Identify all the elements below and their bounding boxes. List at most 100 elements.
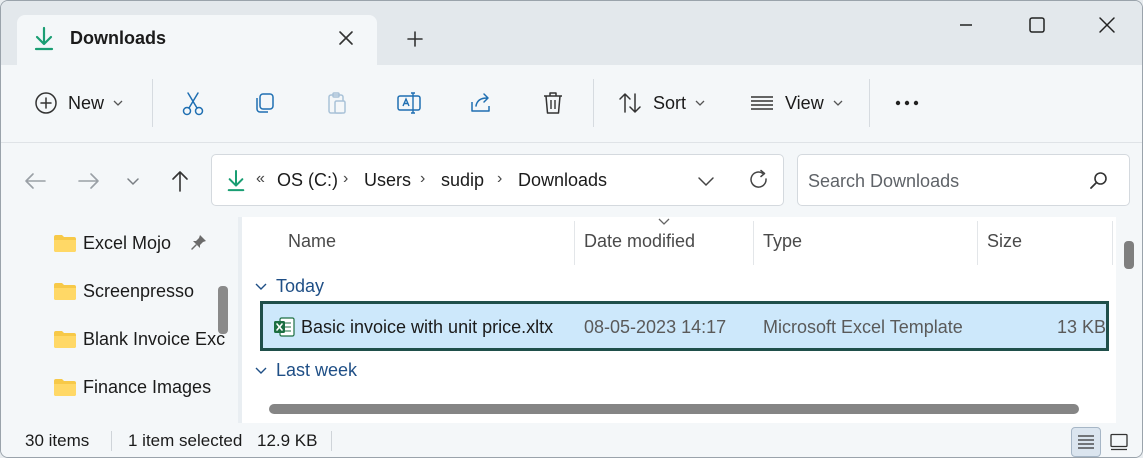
copy-button[interactable] bbox=[251, 85, 279, 121]
recent-locations-chevron-icon[interactable] bbox=[119, 167, 147, 195]
chevron-down-icon bbox=[695, 100, 705, 106]
copy-icon bbox=[256, 93, 274, 113]
chevron-down-icon[interactable] bbox=[695, 170, 717, 192]
status-divider bbox=[331, 431, 332, 451]
breadcrumb-separator: › bbox=[343, 170, 349, 187]
chevron-down-icon bbox=[255, 283, 267, 290]
item-count: 30 items bbox=[25, 431, 90, 450]
download-icon bbox=[34, 26, 54, 51]
column-divider[interactable] bbox=[753, 221, 754, 265]
chevron-down-icon bbox=[255, 367, 267, 374]
chevron-down-icon bbox=[113, 100, 123, 106]
column-header-size[interactable]: Size bbox=[987, 231, 1022, 252]
sort-icon bbox=[619, 93, 641, 113]
column-divider[interactable] bbox=[574, 221, 575, 265]
nav-pane-scrollbar[interactable] bbox=[218, 286, 228, 334]
selection-size: 12.9 KB bbox=[257, 431, 318, 450]
group-header-last-week[interactable]: Last week bbox=[254, 360, 357, 381]
group-label: Last week bbox=[276, 360, 358, 380]
toolbar-divider bbox=[869, 79, 870, 127]
folder-icon bbox=[54, 330, 76, 348]
breadcrumb-os-c[interactable]: OS (C:) bbox=[277, 170, 338, 191]
folder-icon bbox=[54, 234, 76, 252]
new-button[interactable]: New bbox=[34, 85, 124, 121]
pin-icon[interactable] bbox=[190, 233, 208, 251]
share-icon bbox=[471, 93, 490, 112]
folder-icon bbox=[54, 378, 76, 396]
add-circle-icon bbox=[35, 92, 57, 114]
up-arrow-icon[interactable] bbox=[166, 167, 194, 195]
cut-icon bbox=[182, 92, 204, 116]
nav-item-label: Screenpresso bbox=[83, 280, 195, 301]
folder-icon bbox=[54, 282, 76, 300]
file-size: 13 KB bbox=[1057, 317, 1107, 337]
title-bar: Downloads bbox=[1, 1, 1142, 65]
command-bar: New Sort View bbox=[1, 65, 1142, 143]
nav-item-label: Finance Images bbox=[83, 376, 212, 397]
selection-count: 1 item selected bbox=[128, 431, 243, 450]
share-button[interactable] bbox=[467, 85, 495, 121]
file-row[interactable]: Basic invoice with unit price.xltx 08-05… bbox=[260, 301, 1109, 351]
tab-title: Downloads bbox=[70, 28, 167, 48]
preview-view-button[interactable] bbox=[1104, 427, 1134, 457]
search-input[interactable] bbox=[808, 168, 1078, 194]
back-arrow-icon[interactable] bbox=[21, 167, 49, 195]
toolbar-divider bbox=[593, 79, 594, 127]
minimize-icon[interactable] bbox=[943, 11, 989, 39]
chevron-down-icon bbox=[833, 100, 843, 106]
column-divider[interactable] bbox=[977, 221, 978, 265]
column-header-type[interactable]: Type bbox=[763, 231, 802, 252]
cut-button[interactable] bbox=[179, 85, 207, 121]
maximize-icon[interactable] bbox=[1013, 11, 1059, 39]
file-list: Name Date modified Type Size Today Basic… bbox=[242, 217, 1116, 423]
sort-label: Sort bbox=[653, 92, 687, 113]
more-options-button[interactable] bbox=[893, 85, 921, 121]
vertical-scrollbar-thumb[interactable] bbox=[1124, 241, 1134, 269]
horizontal-scrollbar[interactable] bbox=[269, 404, 1079, 414]
group-label: Today bbox=[276, 276, 325, 296]
file-date-modified: 08-05-2023 14:17 bbox=[584, 317, 727, 337]
nav-item-finance-images[interactable]: Finance Images bbox=[53, 373, 211, 401]
paste-button[interactable] bbox=[323, 85, 351, 121]
tab-downloads[interactable]: Downloads bbox=[17, 15, 377, 65]
breadcrumb-sudip[interactable]: sudip bbox=[441, 170, 484, 191]
file-explorer-window: Downloads New Sort View « OS (C:) › User… bbox=[0, 0, 1143, 458]
nav-item-label: Blank Invoice Exc bbox=[83, 328, 226, 349]
toolbar-divider bbox=[152, 79, 153, 127]
rename-icon bbox=[397, 92, 421, 114]
column-divider[interactable] bbox=[1112, 221, 1113, 265]
more-icon bbox=[895, 100, 919, 106]
close-window-icon[interactable] bbox=[1084, 11, 1130, 39]
status-divider bbox=[111, 431, 112, 451]
address-bar[interactable]: « OS (C:) › Users › sudip › Downloads bbox=[211, 154, 784, 206]
delete-icon bbox=[544, 92, 562, 114]
nav-item-label: Excel Mojo bbox=[83, 232, 172, 253]
rename-button[interactable] bbox=[395, 85, 423, 121]
download-icon bbox=[227, 170, 245, 192]
breadcrumb-overflow[interactable]: « bbox=[256, 170, 265, 188]
file-type: Microsoft Excel Template bbox=[763, 317, 963, 337]
forward-arrow-icon[interactable] bbox=[75, 167, 103, 195]
sort-button[interactable]: Sort bbox=[617, 85, 706, 121]
group-header-today[interactable]: Today bbox=[254, 276, 324, 297]
nav-item-excel-mojo[interactable]: Excel Mojo bbox=[53, 229, 171, 257]
excel-file-icon bbox=[274, 317, 295, 337]
details-view-button[interactable] bbox=[1071, 427, 1101, 457]
column-header-name[interactable]: Name bbox=[288, 231, 336, 252]
new-tab-icon[interactable] bbox=[401, 25, 429, 53]
view-button[interactable]: View bbox=[749, 85, 844, 121]
search-icon[interactable] bbox=[1088, 170, 1110, 192]
nav-item-screenpresso[interactable]: Screenpresso bbox=[53, 277, 194, 305]
search-box[interactable] bbox=[797, 154, 1130, 206]
nav-item-blank-invoice[interactable]: Blank Invoice Exc bbox=[53, 325, 225, 353]
breadcrumb-downloads[interactable]: Downloads bbox=[518, 170, 607, 191]
close-tab-icon[interactable] bbox=[333, 25, 359, 51]
file-name: Basic invoice with unit price.xltx bbox=[301, 317, 554, 337]
refresh-icon[interactable] bbox=[747, 168, 771, 192]
paste-icon bbox=[328, 92, 346, 114]
breadcrumb-users[interactable]: Users bbox=[364, 170, 411, 191]
delete-button[interactable] bbox=[539, 85, 567, 121]
large-icons-view-icon bbox=[1110, 433, 1128, 451]
view-label: View bbox=[785, 92, 824, 113]
column-header-date-modified[interactable]: Date modified bbox=[584, 231, 695, 252]
